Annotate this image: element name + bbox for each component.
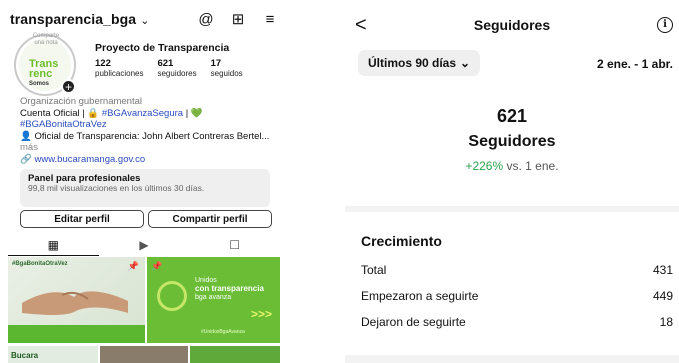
bio-line-3: 👤 Oficial de Transparencia: John Albert … — [20, 131, 280, 154]
info-icon[interactable]: i — [657, 17, 673, 33]
bio-text: Cuenta Oficial | 🔒 — [20, 107, 102, 119]
bio-line-1: Cuenta Oficial | 🔒 #BGAvanzaSegura | 💚 — [20, 108, 280, 120]
stat-posts[interactable]: 122 publicaciones — [95, 58, 143, 78]
share-profile-button[interactable]: Compartir perfil — [148, 210, 272, 228]
arrows-graphic: >>> — [250, 307, 272, 321]
reels-icon: ▶ — [139, 238, 149, 252]
followers-change: +226% vs. 1 ene. — [345, 159, 679, 173]
tab-posts-grid[interactable]: ▦ — [8, 234, 99, 256]
profile-name: Proyecto de Transparencia — [95, 42, 230, 54]
tab-tagged[interactable]: ☐ — [189, 234, 280, 256]
post-thumbnail[interactable]: Unidos con transparencia bga avanza >>> … — [147, 257, 280, 343]
post-text-line: bga avanza — [195, 294, 232, 301]
growth-section-title: Crecimiento — [361, 233, 442, 249]
filter-label: Últimos 90 días — [368, 56, 457, 70]
stat-value: 621 — [157, 58, 174, 69]
stat-value: 17 — [210, 58, 222, 69]
followers-total-label: Seguidores — [468, 133, 556, 150]
post-thumbnail[interactable] — [100, 346, 188, 363]
add-content-icon[interactable]: ⊞ — [230, 11, 246, 28]
hashtag-link[interactable]: #BGABonitaOtraVez — [20, 119, 280, 131]
change-reference: vs. 1 ene. — [503, 159, 559, 173]
post-hashtag: #UnidosBgaAvanza — [201, 329, 245, 335]
username-switcher[interactable]: transparencia_bga — [10, 11, 136, 27]
pin-icon: 📌 — [127, 261, 139, 271]
stat-following[interactable]: 17 seguidos — [211, 58, 243, 78]
add-story-icon[interactable]: + — [61, 79, 76, 94]
profile-bio: Organización gubernamental Cuenta Oficia… — [20, 96, 280, 165]
tagged-icon: ☐ — [229, 238, 241, 252]
pin-icon: 📌 — [151, 261, 163, 271]
hashtag-link[interactable]: #BGAvanzaSegura — [102, 108, 183, 119]
profile-tabs: ▦ ▶ ☐ — [8, 234, 280, 256]
date-filter-dropdown[interactable]: Últimos 90 días ⌄ — [358, 50, 481, 76]
post-thumbnail[interactable] — [190, 346, 280, 363]
growth-row: Total 431 — [361, 263, 673, 279]
growth-row-label: Dejaron de seguirte — [361, 315, 466, 329]
threads-icon[interactable]: @ — [198, 11, 214, 28]
website-row[interactable]: 🔗 www.bucaramanga.gov.co — [20, 154, 280, 166]
change-percent: +226% — [465, 159, 504, 173]
growth-row-label: Total — [361, 263, 387, 277]
stat-label: seguidos — [210, 69, 243, 78]
link-icon: 🔗 — [20, 153, 32, 165]
target-graphic — [157, 281, 187, 311]
date-range: 2 ene. - 1 abr. — [596, 57, 673, 71]
growth-row: Empezaron a seguirte 449 — [361, 289, 673, 305]
stat-value: 122 — [95, 58, 111, 69]
website-link[interactable]: www.bucaramanga.gov.co — [34, 154, 145, 165]
stat-label: publicaciones — [95, 69, 144, 78]
growth-row: Dejaron de seguirte 18 — [361, 315, 673, 331]
panel-subtitle: 99,8 mil visualizaciones en los últimos … — [28, 183, 205, 193]
post-thumbnail[interactable]: Bucara — [8, 346, 98, 363]
post-text-line: con transparencia — [195, 284, 264, 293]
bio-text: | — [183, 107, 191, 119]
followers-insights-screen: < Seguidores i Últimos 90 días ⌄ 2 ene. … — [345, 0, 679, 363]
topbar-actions: @ ⊞ ≡ — [198, 11, 278, 29]
bio-text: 👤 Oficial de Transparencia: John Albert … — [20, 130, 270, 142]
edit-profile-button[interactable]: Editar perfil — [20, 210, 144, 228]
page-title: Seguidores — [473, 17, 551, 33]
growth-row-value: 18 — [659, 315, 673, 329]
followers-total-count: 621 — [496, 106, 528, 126]
insights-header: < Seguidores i — [345, 14, 679, 38]
avatar-logo: Trans renc Somos — [29, 58, 59, 88]
bio-more-link[interactable]: más — [20, 142, 38, 153]
profile-stats: 122 publicaciones 621 seguidores 17 segu… — [95, 58, 243, 78]
chevron-down-icon: ⌄ — [460, 56, 471, 70]
stat-followers[interactable]: 621 seguidores — [157, 58, 196, 78]
green-heart-icon: 💚 — [190, 107, 203, 119]
growth-row-value: 449 — [652, 289, 673, 303]
chevron-down-icon[interactable]: ⌄ — [140, 14, 149, 27]
handshake-image — [22, 291, 128, 315]
growth-row-value: 431 — [652, 263, 673, 277]
professional-dashboard[interactable]: Panel para profesionales 99,8 mil visual… — [20, 169, 270, 207]
post-text-line: Unidos — [195, 277, 217, 284]
profile-topbar: transparencia_bga ⌄ @ ⊞ ≡ — [10, 8, 278, 30]
section-divider — [345, 355, 679, 363]
avatar[interactable]: Trans renc Somos Comparte una nota + — [14, 33, 76, 96]
growth-row-label: Empezaron a seguirte — [361, 289, 479, 303]
post-hashtag: #BgaBonitaOtraVez — [12, 261, 68, 267]
profile-screen: transparencia_bga ⌄ @ ⊞ ≡ Trans renc Somos… — [0, 0, 283, 363]
post-text: Bucara — [11, 351, 39, 360]
post-thumbnail[interactable]: #BgaBonitaOtraVez 📌 — [8, 257, 145, 343]
tab-reels[interactable]: ▶ — [99, 234, 190, 256]
menu-icon[interactable]: ≡ — [262, 11, 278, 28]
post-caption-graphic: Unidos con transparencia bga avanza — [195, 277, 264, 302]
grid-icon: ▦ — [47, 237, 59, 252]
section-divider — [345, 206, 679, 212]
post-green-band — [8, 325, 145, 343]
stat-label: seguidores — [157, 69, 197, 78]
note-bubble[interactable]: Comparte una nota — [27, 33, 65, 47]
posts-grid: #BgaBonitaOtraVez 📌 Unidos con transpare… — [8, 257, 280, 363]
bio-category: Organización gubernamental — [20, 96, 142, 107]
